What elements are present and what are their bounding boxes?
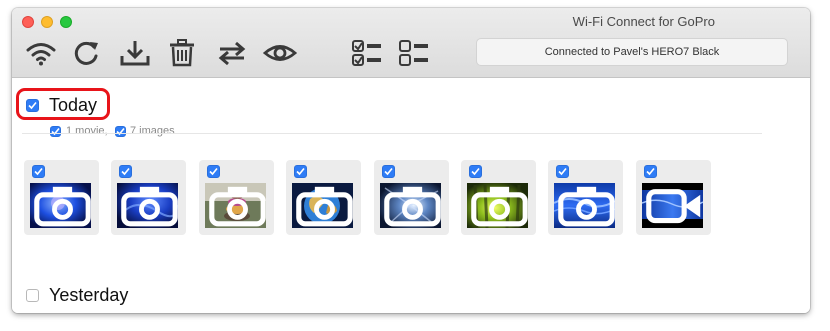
checkmark-icon: [384, 167, 393, 176]
video-camera-icon: [646, 189, 701, 224]
media-item-checkbox[interactable]: [207, 165, 220, 178]
select-all-icon: [352, 40, 381, 66]
camera-icon: [558, 186, 615, 227]
media-thumbnail: [380, 183, 441, 228]
media-item-7[interactable]: [548, 160, 623, 235]
images-filter-checkbox[interactable]: [115, 126, 126, 137]
checkmark-icon: [121, 167, 130, 176]
yesterday-section-checkbox[interactable]: [26, 289, 39, 302]
today-section-title: Today: [49, 95, 98, 115]
movies-filter-checkbox[interactable]: [50, 126, 61, 137]
today-section-checkbox[interactable]: [26, 99, 39, 112]
media-thumbnail: [30, 183, 91, 228]
refresh-button[interactable]: [68, 36, 106, 70]
media-item-checkbox[interactable]: [119, 165, 132, 178]
media-item-checkbox[interactable]: [644, 165, 657, 178]
app-window: Wi-Fi Connect for GoPro Connected to Pav…: [12, 8, 810, 313]
yesterday-section-title: Yesterday: [49, 285, 129, 305]
images-count-label: 7 images: [130, 125, 175, 137]
media-item-1[interactable]: [24, 160, 99, 235]
media-item-6[interactable]: [461, 160, 536, 235]
camera-icon: [471, 186, 528, 227]
wifi-button[interactable]: [22, 36, 60, 70]
media-item-8[interactable]: [636, 160, 711, 235]
movies-count-label: 1 movie,: [66, 125, 108, 137]
media-item-checkbox[interactable]: [556, 165, 569, 178]
checkmark-icon: [471, 167, 480, 176]
camera-icon: [121, 186, 178, 227]
checkmark-icon: [296, 167, 305, 176]
media-item-3[interactable]: [199, 160, 274, 235]
media-thumbnail: [467, 183, 528, 228]
camera-icon: [209, 186, 266, 227]
delete-button[interactable]: [163, 36, 201, 70]
checkmark-icon: [116, 127, 125, 136]
download-icon: [120, 41, 150, 66]
deselect-all-button[interactable]: [395, 36, 433, 70]
checkmark-icon: [558, 167, 567, 176]
wifi-icon: [26, 43, 56, 66]
media-item-4[interactable]: [286, 160, 361, 235]
media-item-checkbox[interactable]: [294, 165, 307, 178]
media-thumbnail: [642, 183, 703, 228]
camera-icon: [34, 186, 91, 227]
media-item-checkbox[interactable]: [469, 165, 482, 178]
section-divider: [22, 133, 762, 134]
media-thumbnail: [292, 183, 353, 228]
sync-button[interactable]: [213, 36, 251, 70]
media-item-5[interactable]: [374, 160, 449, 235]
trash-icon: [170, 39, 194, 67]
checkmark-icon: [646, 167, 655, 176]
checkmark-icon: [51, 127, 60, 136]
media-item-checkbox[interactable]: [32, 165, 45, 178]
media-thumbnail: [117, 183, 178, 228]
checkmark-icon: [209, 167, 218, 176]
select-all-button[interactable]: [348, 36, 386, 70]
window-title: Wi-Fi Connect for GoPro: [572, 14, 715, 29]
media-item-2[interactable]: [111, 160, 186, 235]
media-thumbnail: [554, 183, 615, 228]
refresh-icon: [74, 41, 98, 65]
camera-icon: [384, 186, 441, 227]
toolbar: Wi-Fi Connect for GoPro Connected to Pav…: [12, 8, 810, 78]
eye-icon: [263, 45, 297, 61]
download-button[interactable]: [116, 36, 154, 70]
preview-button[interactable]: [261, 36, 299, 70]
checkmark-icon: [28, 101, 37, 110]
media-item-checkbox[interactable]: [382, 165, 395, 178]
camera-icon: [296, 186, 353, 227]
checkmark-icon: [34, 167, 43, 176]
media-browser: Today 1 movie, 7 images Yesterday: [12, 79, 810, 313]
media-thumbnail: [205, 183, 266, 228]
deselect-all-icon: [399, 40, 428, 66]
connection-status-field: Connected to Pavel's HERO7 Black: [476, 38, 788, 66]
sync-icon: [218, 41, 246, 66]
